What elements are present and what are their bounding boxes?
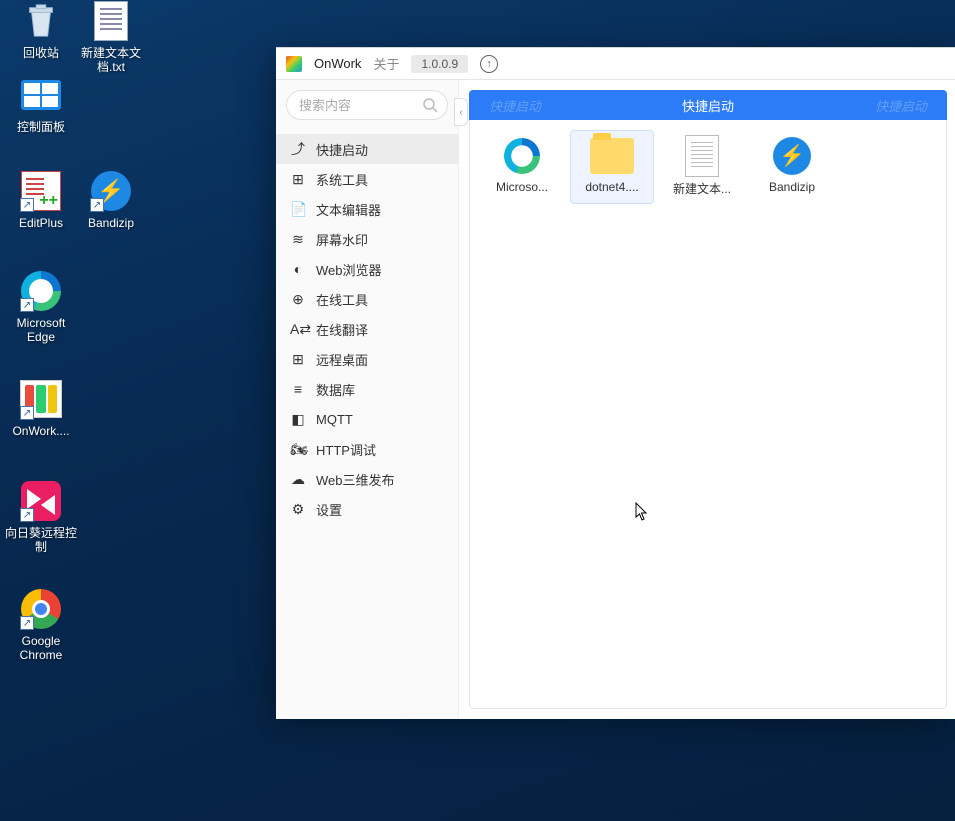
desktop-icon-label: Microsoft Edge	[4, 316, 78, 344]
desktop-icon-editplus[interactable]: EditPlus	[4, 170, 78, 230]
tile-icon	[680, 134, 724, 178]
shortcut-arrow-icon	[20, 198, 34, 212]
sidebar-item-icon: 🏍	[290, 441, 306, 458]
sidebar-item-icon: ◧	[290, 411, 306, 428]
desktop-icon-onwork[interactable]: OnWork....	[4, 378, 78, 438]
version-badge: 1.0.0.9	[411, 55, 468, 73]
main-panel: 快捷启动 Microso... dotnet4.... 新建文本... Bandizi…	[459, 80, 955, 719]
desktop-icon-sunlogin[interactable]: 向日葵远程控 制	[4, 480, 78, 554]
sidebar-item-icon: ⊞	[290, 171, 306, 188]
sidebar-item-icon: ≡	[290, 381, 306, 397]
titlebar[interactable]: OnWork 关于 1.0.0.9 ↑	[276, 48, 955, 80]
sidebar-item-8[interactable]: ≡ 数据库	[276, 374, 458, 404]
sidebar-item-icon: A⇄	[290, 321, 306, 338]
sidebar-item-label: 系统工具	[316, 170, 368, 189]
tile-icon	[590, 134, 634, 178]
desktop-icon-label: 回收站	[4, 46, 78, 60]
tile-icon	[770, 134, 814, 178]
sidebar-item-10[interactable]: 🏍 HTTP调试	[276, 434, 458, 464]
desktop-icon-recycle-bin[interactable]: 回收站	[4, 0, 78, 60]
onwork-window: OnWork 关于 1.0.0.9 ↑ ⤴ 快捷启动 ⊞ 系统工具 📄 文本编辑器 ≋ 屏幕水…	[276, 47, 955, 719]
desktop-icon-text-doc[interactable]: 新建文本文 档.txt	[74, 0, 148, 74]
sidebar-item-5[interactable]: ⊕ 在线工具	[276, 284, 458, 314]
app-title: OnWork	[314, 56, 361, 71]
desktop-icon-label: Google Chrome	[4, 634, 78, 662]
launch-tile-2[interactable]: 新建文本...	[660, 130, 744, 204]
sidebar-item-9[interactable]: ◧ MQTT	[276, 404, 458, 434]
tile-icon	[500, 134, 544, 178]
sidebar-item-icon: 📄	[290, 201, 306, 218]
tile-label: Bandizip	[769, 180, 815, 194]
upload-button[interactable]: ↑	[480, 55, 498, 73]
sidebar-item-label: 设置	[316, 500, 342, 519]
tile-label: 新建文本...	[673, 180, 731, 197]
shortcut-arrow-icon	[90, 198, 104, 212]
desktop-icon-control-panel[interactable]: 控制面板	[4, 74, 78, 134]
control-panel-icon	[21, 80, 61, 110]
launch-tile-3[interactable]: Bandizip	[750, 130, 834, 204]
sidebar-item-1[interactable]: ⊞ 系统工具	[276, 164, 458, 194]
desktop-icon-bandizip[interactable]: Bandizip	[74, 170, 148, 230]
sidebar-item-icon: ⊕	[290, 291, 306, 308]
sidebar-item-icon: ≋	[290, 231, 306, 248]
launch-tile-1[interactable]: dotnet4....	[570, 130, 654, 204]
sidebar-item-label: 屏幕水印	[316, 230, 368, 249]
sidebar: ⤴ 快捷启动 ⊞ 系统工具 📄 文本编辑器 ≋ 屏幕水印 ◐ Web浏览器 ⊕ 在线工具 A⇄ 在线翻译 ⊞…	[276, 80, 459, 719]
sidebar-item-12[interactable]: ⚙ 设置	[276, 494, 458, 524]
sidebar-item-label: 远程桌面	[316, 350, 368, 369]
sidebar-item-label: Web三维发布	[316, 470, 395, 489]
sidebar-item-icon: ⚙	[290, 501, 306, 518]
shortcut-arrow-icon	[20, 298, 34, 312]
desktop-icon-chrome[interactable]: Google Chrome	[4, 588, 78, 662]
sidebar-item-6[interactable]: A⇄ 在线翻译	[276, 314, 458, 344]
sidebar-item-2[interactable]: 📄 文本编辑器	[276, 194, 458, 224]
sidebar-item-0[interactable]: ⤴ 快捷启动	[276, 134, 458, 164]
desktop-icon-edge[interactable]: Microsoft Edge	[4, 270, 78, 344]
desktop-icon-label: Bandizip	[74, 216, 148, 230]
sidebar-item-icon: ◐	[290, 261, 306, 277]
desktop-icon-label: EditPlus	[4, 216, 78, 230]
search-icon	[422, 97, 438, 118]
tile-label: Microso...	[496, 180, 548, 194]
tile-label: dotnet4....	[585, 180, 638, 194]
sidebar-item-4[interactable]: ◐ Web浏览器	[276, 254, 458, 284]
shortcut-arrow-icon	[20, 508, 34, 522]
text-file-icon	[94, 1, 128, 41]
sidebar-item-label: MQTT	[316, 412, 353, 427]
about-link[interactable]: 关于	[373, 54, 399, 73]
desktop-icon-label: 控制面板	[4, 120, 78, 134]
sidebar-item-label: 快捷启动	[316, 140, 368, 159]
desktop-icon-label: 向日葵远程控 制	[4, 526, 78, 554]
recycle-bin-icon	[22, 2, 60, 40]
sidebar-item-label: 文本编辑器	[316, 200, 381, 219]
sidebar-item-label: 在线工具	[316, 290, 368, 309]
shortcut-arrow-icon	[20, 406, 34, 420]
sidebar-item-icon: ⤴	[290, 139, 306, 159]
launch-tile-0[interactable]: Microso...	[480, 130, 564, 204]
sidebar-item-11[interactable]: ☁ Web三维发布	[276, 464, 458, 494]
sidebar-item-3[interactable]: ≋ 屏幕水印	[276, 224, 458, 254]
app-logo-icon	[286, 56, 302, 72]
tab-title: 快捷启动	[682, 96, 734, 115]
tab-header[interactable]: 快捷启动	[469, 90, 947, 120]
sidebar-nav: ⤴ 快捷启动 ⊞ 系统工具 📄 文本编辑器 ≋ 屏幕水印 ◐ Web浏览器 ⊕ 在线工具 A⇄ 在线翻译 ⊞…	[276, 134, 458, 524]
desktop-icon-label: 新建文本文 档.txt	[74, 46, 148, 74]
desktop-icon-label: OnWork....	[4, 424, 78, 438]
sidebar-item-label: 数据库	[316, 380, 355, 399]
search-box	[286, 90, 448, 120]
sidebar-item-label: HTTP调试	[316, 440, 376, 459]
sidebar-item-icon: ⊞	[290, 351, 306, 368]
sidebar-item-label: Web浏览器	[316, 260, 382, 279]
sidebar-item-icon: ☁	[290, 471, 306, 488]
tile-grid: Microso... dotnet4.... 新建文本... Bandizip	[469, 120, 947, 709]
collapse-sidebar-button[interactable]	[454, 98, 468, 126]
sidebar-item-label: 在线翻译	[316, 320, 368, 339]
shortcut-arrow-icon	[20, 616, 34, 630]
sidebar-item-7[interactable]: ⊞ 远程桌面	[276, 344, 458, 374]
